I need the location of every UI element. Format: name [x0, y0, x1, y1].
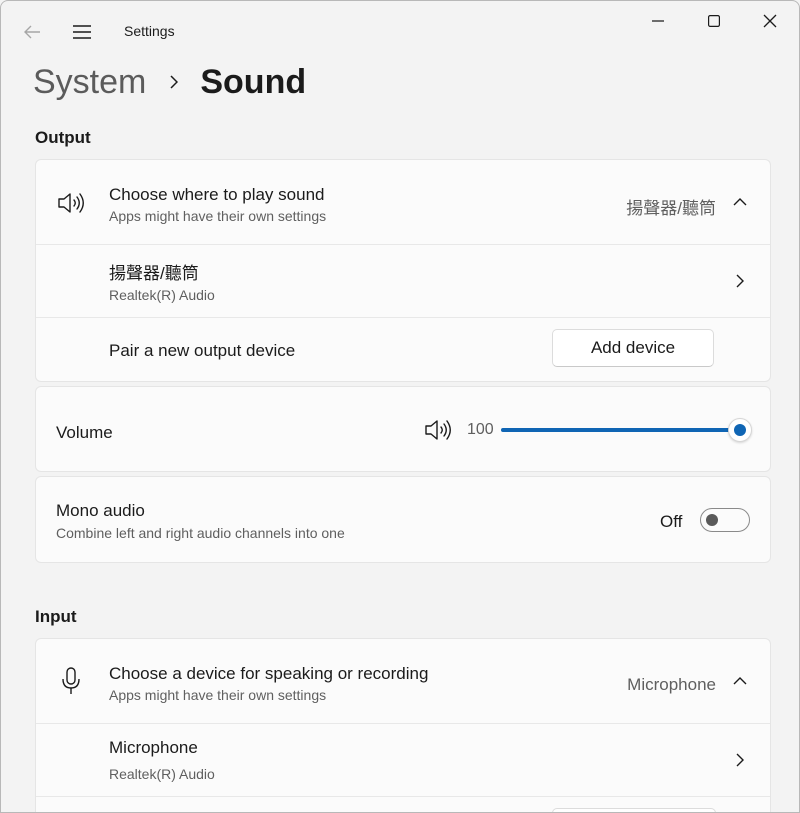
- title-bar: Settings: [1, 1, 799, 51]
- app-title: Settings: [124, 23, 175, 39]
- input-device-driver: Realtek(R) Audio: [109, 766, 215, 782]
- chevron-right-icon: [732, 272, 748, 290]
- add-input-device-button[interactable]: [552, 808, 716, 812]
- mono-audio-card: Mono audio Combine left and right audio …: [35, 476, 771, 563]
- volume-slider-thumb-dot: [734, 424, 746, 436]
- breadcrumb-separator: [170, 75, 179, 89]
- volume-slider-track[interactable]: [501, 428, 739, 432]
- choose-input-title: Choose a device for speaking or recordin…: [109, 664, 429, 683]
- microphone-icon: [58, 665, 84, 697]
- speaker-volume-icon[interactable]: [424, 417, 452, 443]
- choose-output-subtitle: Apps might have their own settings: [109, 208, 327, 224]
- mono-audio-toggle[interactable]: [700, 508, 750, 532]
- pair-output-label: Pair a new output device: [109, 341, 296, 360]
- volume-card: Volume 100: [35, 386, 771, 472]
- chevron-right-icon: [170, 75, 179, 89]
- input-section-title: Input: [35, 607, 77, 626]
- hamburger-menu-icon: [73, 25, 91, 39]
- back-arrow-icon: [24, 25, 40, 39]
- selected-input-device: Microphone: [627, 675, 716, 694]
- output-device-card: Choose where to play sound Apps might ha…: [35, 159, 771, 382]
- output-device-row[interactable]: 揚聲器/聽筒 Realtek(R) Audio: [36, 244, 770, 318]
- choose-input-subtitle: Apps might have their own settings: [109, 687, 327, 703]
- minimize-icon: [652, 20, 664, 22]
- mono-audio-title: Mono audio: [56, 501, 145, 520]
- navigation-menu-button[interactable]: [65, 15, 99, 49]
- selected-output-device: 揚聲器/聽筒: [626, 199, 716, 218]
- input-device-row[interactable]: Microphone Realtek(R) Audio: [36, 723, 770, 797]
- choose-output-row[interactable]: Choose where to play sound Apps might ha…: [36, 160, 770, 244]
- volume-slider-thumb[interactable]: [728, 418, 752, 442]
- chevron-up-icon[interactable]: [730, 194, 750, 210]
- speaker-icon: [56, 188, 86, 218]
- chevron-up-icon[interactable]: [730, 673, 750, 689]
- pair-input-row: [36, 796, 770, 812]
- maximize-icon: [708, 15, 720, 27]
- toggle-knob: [706, 514, 718, 526]
- volume-label: Volume: [56, 423, 113, 442]
- maximize-button[interactable]: [686, 1, 742, 41]
- page-title: Sound: [200, 62, 307, 101]
- close-icon: [763, 14, 777, 28]
- chevron-right-icon: [732, 751, 748, 769]
- breadcrumb: System Sound: [33, 59, 306, 105]
- close-button[interactable]: [742, 1, 798, 41]
- pair-output-row: Pair a new output device Add device: [36, 317, 770, 381]
- back-button[interactable]: [15, 15, 49, 49]
- input-device-card: Choose a device for speaking or recordin…: [35, 638, 771, 812]
- input-device-name: Microphone: [109, 738, 198, 757]
- choose-input-row[interactable]: Choose a device for speaking or recordin…: [36, 639, 770, 723]
- output-device-name: 揚聲器/聽筒: [109, 264, 199, 283]
- mono-audio-state: Off: [660, 512, 683, 531]
- output-section-title: Output: [35, 128, 91, 147]
- add-device-button[interactable]: Add device: [552, 329, 714, 367]
- settings-window: Settings System Sound Output Choose wher…: [0, 0, 800, 813]
- volume-value: 100: [467, 421, 494, 438]
- breadcrumb-system-link[interactable]: System: [33, 63, 146, 102]
- minimize-button[interactable]: [630, 1, 686, 41]
- mono-audio-subtitle: Combine left and right audio channels in…: [56, 525, 345, 541]
- output-device-driver: Realtek(R) Audio: [109, 287, 215, 303]
- choose-output-title: Choose where to play sound: [109, 185, 325, 204]
